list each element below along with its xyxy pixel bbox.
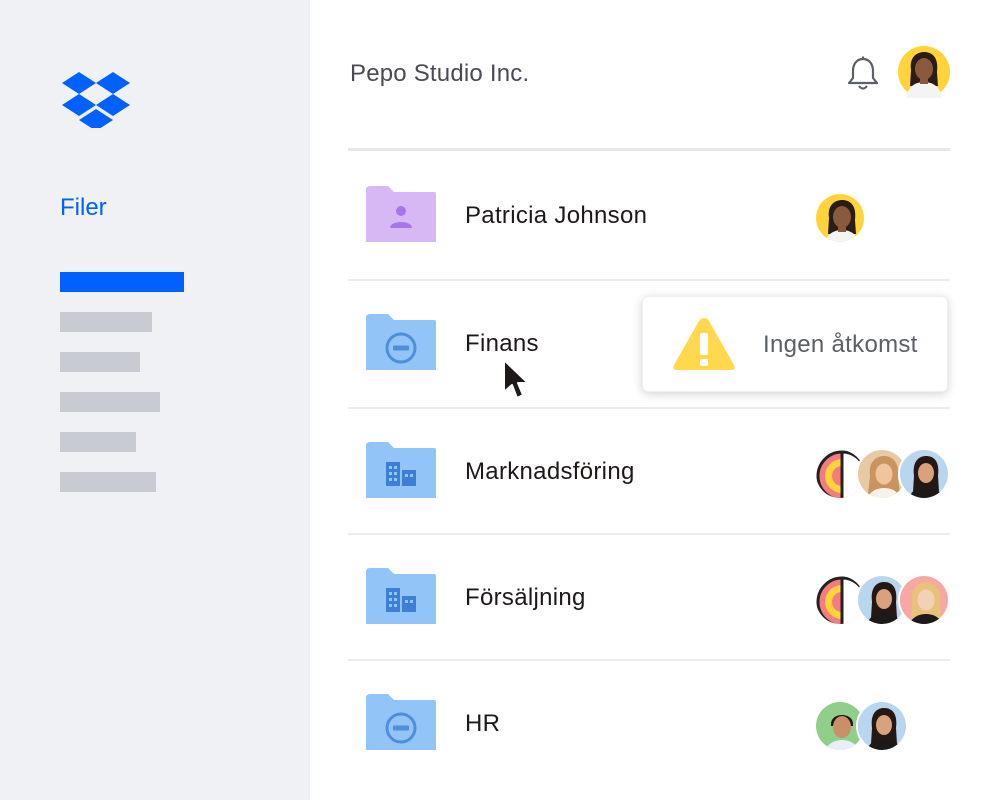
no-access-tooltip: Ingen åtkomst <box>642 296 948 392</box>
folder-name[interactable]: Finans <box>465 330 539 358</box>
member-avatar <box>898 574 950 626</box>
dropbox-logo-icon[interactable] <box>62 72 130 128</box>
person-folder-icon <box>366 186 436 242</box>
nav-item-placeholder[interactable] <box>60 392 160 412</box>
folder-name[interactable]: Patricia Johnson <box>465 202 647 230</box>
member-avatar <box>814 192 866 244</box>
folder-row[interactable]: Försäljning <box>348 534 950 660</box>
nav-item-placeholder[interactable] <box>60 432 136 452</box>
folder-row[interactable]: HR <box>348 660 950 786</box>
mouse-cursor-icon <box>503 359 529 399</box>
folder-name[interactable]: Försäljning <box>465 584 586 612</box>
no-access-message: Ingen åtkomst <box>763 331 918 358</box>
user-avatar[interactable] <box>898 46 950 98</box>
member-avatar <box>856 700 908 752</box>
bell-icon[interactable] <box>846 56 880 92</box>
folder-row[interactable]: Marknadsföring <box>348 408 950 534</box>
folder-row[interactable]: Patricia Johnson <box>348 152 950 278</box>
team-folder-icon <box>366 568 436 624</box>
nav-item-placeholder[interactable] <box>60 472 156 492</box>
nav-item-placeholder[interactable] <box>60 312 152 332</box>
blocked-folder-icon <box>366 314 436 370</box>
shared-members <box>814 448 950 500</box>
shared-members <box>814 574 950 626</box>
nav-files-link[interactable]: Filer <box>60 194 107 222</box>
organization-name: Pepo Studio Inc. <box>350 60 530 87</box>
shared-members <box>814 192 866 244</box>
blocked-folder-icon <box>366 694 436 750</box>
header-divider <box>348 148 950 151</box>
team-folder-icon <box>366 442 436 498</box>
folder-name[interactable]: HR <box>465 710 500 738</box>
warning-icon <box>673 318 735 370</box>
member-avatar <box>898 448 950 500</box>
nav-item-placeholder[interactable] <box>60 352 140 372</box>
shared-members <box>814 700 908 752</box>
sidebar: Filer <box>0 0 310 800</box>
folder-name[interactable]: Marknadsföring <box>465 458 635 486</box>
nav-item-active[interactable] <box>60 272 184 292</box>
